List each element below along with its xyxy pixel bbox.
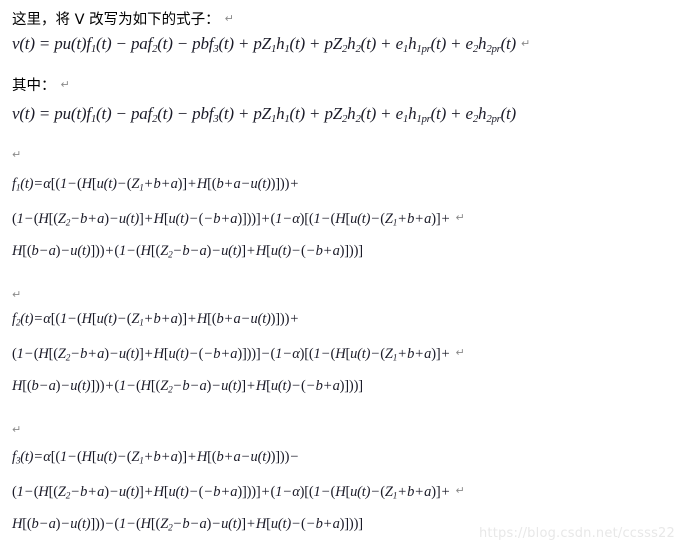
equation-f3-line3: H[(b−a)−u(t)]))−(1−(H[(Z2−b−a)−u(t)]+H[u… (12, 516, 363, 534)
equation-v-repeat-body: v(t) = pu(t)f1(t) − paf2(t) − pbf3(t) + … (12, 104, 517, 126)
equation-f3-line2: (1−(H[(Z2−b+a)−u(t)]+H[u(t)−(−b+a)]))]+(… (12, 484, 465, 502)
csdn-watermark: https://blog.csdn.net/ccsss22 (478, 526, 675, 541)
equation-f1-line1: f1(t)=α[(1−(H[u(t)−(Z1+b+a)]+H[(b+a−u(t)… (12, 176, 299, 194)
equation-f2-line2-body: (1−(H[(Z2−b+a)−u(t)]+H[u(t)−(−b+a)]))]−(… (12, 346, 450, 364)
equation-f3-line1-body: f3(t)=α[(1−(H[u(t)−(Z1+b+a)]+H[(b+a−u(t)… (12, 449, 299, 467)
pilcrow-mark: ↵ (521, 37, 531, 50)
where-paragraph: 其中： ↵ (12, 76, 70, 95)
intro-text: 这里，将 V 改写为如下的式子： (12, 12, 220, 28)
pilcrow-mark-blank-2: ↵ (12, 288, 22, 301)
equation-v-repeat: v(t) = pu(t)f1(t) − paf2(t) − pbf3(t) + … (12, 104, 516, 125)
pilcrow-mark: ↵ (455, 346, 465, 359)
equation-f2-line2: (1−(H[(Z2−b+a)−u(t)]+H[u(t)−(−b+a)]))]−(… (12, 346, 465, 364)
pilcrow-mark: ↵ (60, 78, 70, 91)
equation-f1-line2: (1−(H[(Z2−b+a)−u(t)]+H[u(t)−(−b+a)]))]+(… (12, 211, 465, 229)
equation-f2-line3-body: H[(b−a)−u(t)]))+(1−(H[(Z2−b−a)−u(t)]+H[u… (12, 378, 363, 396)
equation-f1-line3: H[(b−a)−u(t)]))+(1−(H[(Z2−b−a)−u(t)]+H[u… (12, 243, 363, 261)
intro-paragraph: 这里，将 V 改写为如下的式子： ↵ (12, 10, 234, 29)
pilcrow-mark-blank-3: ↵ (12, 423, 22, 436)
pilcrow-mark: ↵ (455, 484, 465, 497)
equation-f2-line1-body: f2(t)=α[(1−(H[u(t)−(Z1+b+a)]+H[(b+a−u(t)… (12, 311, 299, 329)
equation-f1-line2-body: (1−(H[(Z2−b+a)−u(t)]+H[u(t)−(−b+a)]))]+(… (12, 211, 450, 229)
pilcrow-mark: ↵ (455, 211, 465, 224)
equation-f3-line3-body: H[(b−a)−u(t)]))−(1−(H[(Z2−b−a)−u(t)]+H[u… (12, 516, 363, 534)
equation-f1-line1-body: f1(t)=α[(1−(H[u(t)−(Z1+b+a)]+H[(b+a−u(t)… (12, 176, 299, 194)
equation-f2-line3: H[(b−a)−u(t)]))+(1−(H[(Z2−b−a)−u(t)]+H[u… (12, 378, 363, 396)
pilcrow-mark: ↵ (224, 12, 234, 25)
equation-v-main-body: v(t) = pu(t)f1(t) − paf2(t) − pbf3(t) + … (12, 34, 517, 56)
equation-f1-line3-body: H[(b−a)−u(t)]))+(1−(H[(Z2−b−a)−u(t)]+H[u… (12, 243, 363, 261)
where-text: 其中： (12, 78, 56, 94)
equation-f3-line2-body: (1−(H[(Z2−b+a)−u(t)]+H[u(t)−(−b+a)]))]+(… (12, 484, 450, 502)
equation-f2-line1: f2(t)=α[(1−(H[u(t)−(Z1+b+a)]+H[(b+a−u(t)… (12, 311, 299, 329)
equation-v-main: v(t) = pu(t)f1(t) − paf2(t) − pbf3(t) + … (12, 34, 530, 55)
pilcrow-mark-blank-1: ↵ (12, 148, 22, 161)
equation-f3-line1: f3(t)=α[(1−(H[u(t)−(Z1+b+a)]+H[(b+a−u(t)… (12, 449, 299, 467)
document-page: 这里，将 V 改写为如下的式子： ↵ v(t) = pu(t)f1(t) − pa… (0, 0, 679, 547)
